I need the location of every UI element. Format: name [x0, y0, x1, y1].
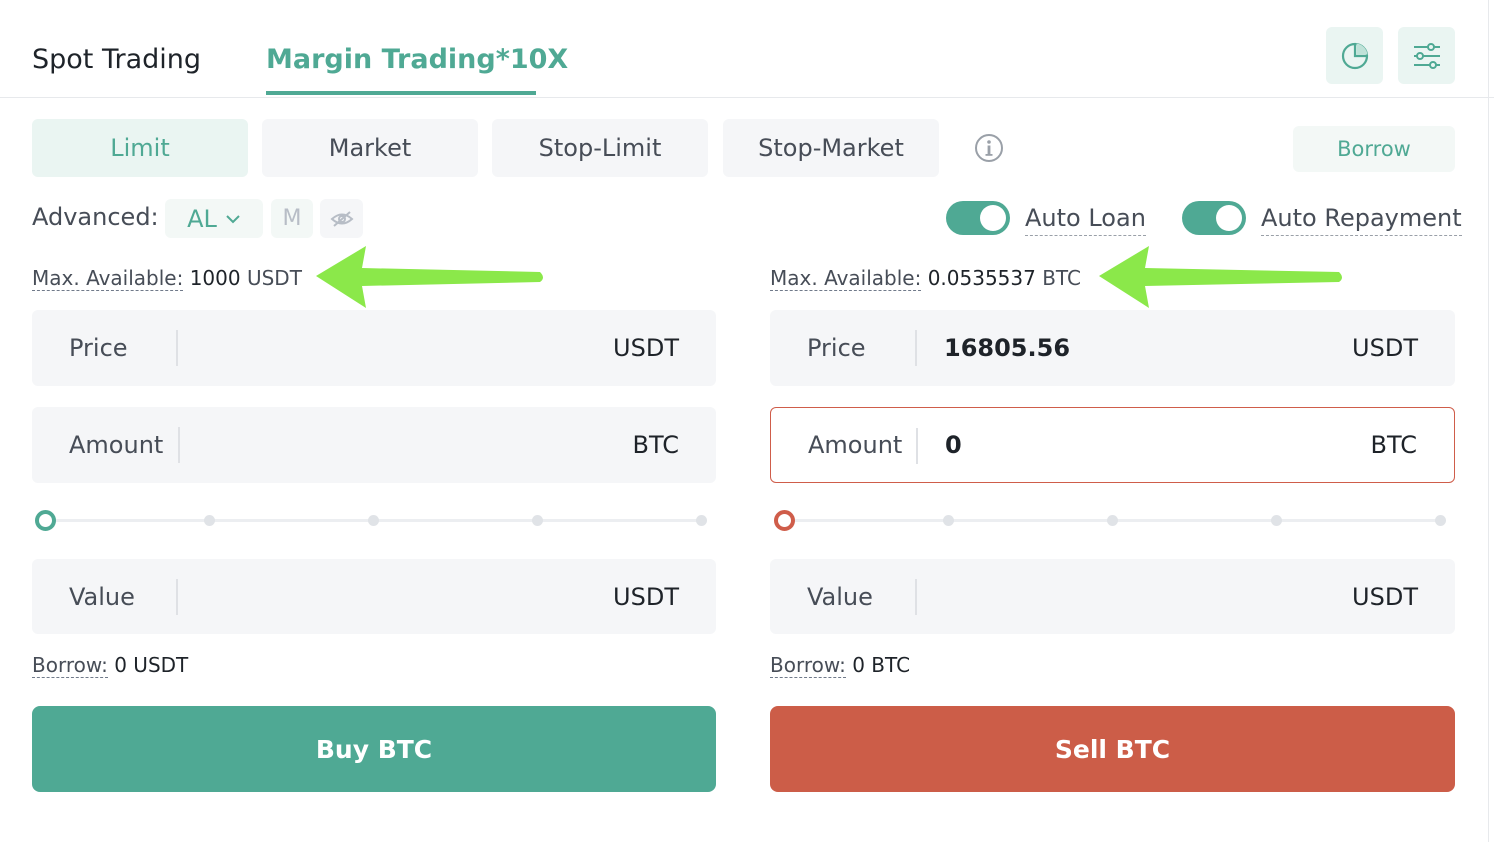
borrow-button[interactable]: Borrow — [1293, 126, 1455, 172]
auto-loan-label: Auto Loan — [1025, 203, 1146, 236]
buy-max-label: Max. Available: — [32, 266, 184, 291]
field-separator — [915, 330, 917, 366]
field-separator — [178, 427, 180, 463]
sell-slider-step-50[interactable] — [1107, 515, 1118, 526]
pie-chart-icon — [1341, 42, 1368, 69]
buy-amount-unit: BTC — [632, 431, 679, 459]
buy-amount-label: Amount — [69, 431, 164, 459]
sell-value-label: Value — [807, 582, 873, 611]
chart-button[interactable] — [1326, 27, 1383, 84]
buy-value-unit: USDT — [613, 582, 679, 611]
sell-price-unit: USDT — [1352, 334, 1418, 362]
advanced-m-label: M — [282, 206, 302, 231]
sell-price-field[interactable]: Price 16805.56 USDT — [770, 310, 1455, 386]
sell-slider-step-100[interactable] — [1435, 515, 1446, 526]
order-type-limit[interactable]: Limit — [32, 119, 248, 177]
buy-max-value: 1000 — [189, 266, 241, 290]
sell-slider-step-75[interactable] — [1271, 515, 1282, 526]
buy-value-field[interactable]: Value USDT — [32, 559, 716, 634]
auto-repayment-label: Auto Repayment — [1261, 203, 1462, 236]
buy-price-unit: USDT — [613, 334, 679, 362]
sell-btc-button[interactable]: Sell BTC — [770, 706, 1455, 792]
sell-max-available: Max. Available: 0.0535537 BTC — [770, 266, 1081, 291]
buy-btc-button[interactable]: Buy BTC — [32, 706, 716, 792]
auto-repayment-toggle[interactable] — [1182, 201, 1246, 235]
advanced-label: Advanced: — [32, 203, 159, 231]
buy-price-label: Price — [69, 334, 128, 362]
sell-price-label: Price — [807, 334, 866, 362]
buy-max-available: Max. Available: 1000 USDT — [32, 266, 302, 291]
sell-value-field[interactable]: Value USDT — [770, 559, 1455, 634]
tab-spot-trading[interactable]: Spot Trading — [32, 44, 201, 75]
sell-slider-step-25[interactable] — [943, 515, 954, 526]
sell-slider-handle[interactable] — [774, 510, 795, 531]
sell-amount-unit: BTC — [1370, 431, 1417, 459]
buy-borrow-label: Borrow: — [32, 653, 108, 678]
sell-max-unit: BTC — [1042, 266, 1081, 290]
buy-slider-step-25[interactable] — [204, 515, 215, 526]
buy-value-label: Value — [69, 582, 135, 611]
order-type-stop-market[interactable]: Stop-Market — [723, 119, 939, 177]
buy-slider-step-75[interactable] — [532, 515, 543, 526]
sell-borrow-label: Borrow: — [770, 653, 846, 678]
annotation-arrow-sell — [1099, 246, 1342, 308]
tab-margin-trading[interactable]: Margin Trading*10X — [266, 44, 568, 75]
active-tab-indicator — [266, 91, 536, 95]
info-icon[interactable] — [974, 133, 1004, 167]
order-type-market[interactable]: Market — [262, 119, 478, 177]
buy-slider-step-100[interactable] — [696, 515, 707, 526]
field-separator — [176, 330, 178, 366]
eye-hidden-icon — [330, 210, 353, 227]
buy-price-field[interactable]: Price USDT — [32, 310, 716, 386]
sell-amount-label: Amount — [808, 431, 903, 459]
field-separator — [915, 579, 917, 615]
buy-max-unit: USDT — [246, 266, 302, 290]
field-separator — [916, 428, 918, 464]
buy-amount-field[interactable]: Amount BTC — [32, 407, 716, 483]
chevron-down-icon — [226, 214, 240, 223]
auto-loan-toggle[interactable] — [946, 201, 1010, 235]
buy-slider-handle[interactable] — [35, 510, 56, 531]
panel-edge — [1488, 0, 1489, 842]
buy-borrow-row: Borrow: 0 USDT — [32, 653, 189, 678]
sell-price-input[interactable]: 16805.56 — [944, 334, 1070, 362]
buy-borrow-value: 0 USDT — [114, 653, 189, 677]
annotation-arrow-buy — [316, 246, 543, 308]
advanced-al-label: AL — [187, 204, 217, 233]
sell-max-value: 0.0535537 — [927, 266, 1036, 290]
sell-max-label: Max. Available: — [770, 266, 922, 291]
advanced-m-button[interactable]: M — [271, 199, 313, 238]
sell-amount-input[interactable]: 0 — [945, 431, 962, 459]
field-separator — [176, 579, 178, 615]
hidden-order-button[interactable] — [320, 199, 363, 238]
settings-button[interactable] — [1398, 27, 1455, 84]
sell-borrow-value: 0 BTC — [852, 653, 911, 677]
sell-amount-field[interactable]: Amount 0 BTC — [770, 407, 1455, 483]
order-type-stop-limit[interactable]: Stop-Limit — [492, 119, 708, 177]
sell-borrow-row: Borrow: 0 BTC — [770, 653, 911, 678]
buy-slider-step-50[interactable] — [368, 515, 379, 526]
sell-value-unit: USDT — [1352, 582, 1418, 611]
advanced-al-dropdown[interactable]: AL — [165, 199, 263, 238]
sliders-icon — [1413, 42, 1440, 69]
header-divider — [0, 97, 1494, 98]
